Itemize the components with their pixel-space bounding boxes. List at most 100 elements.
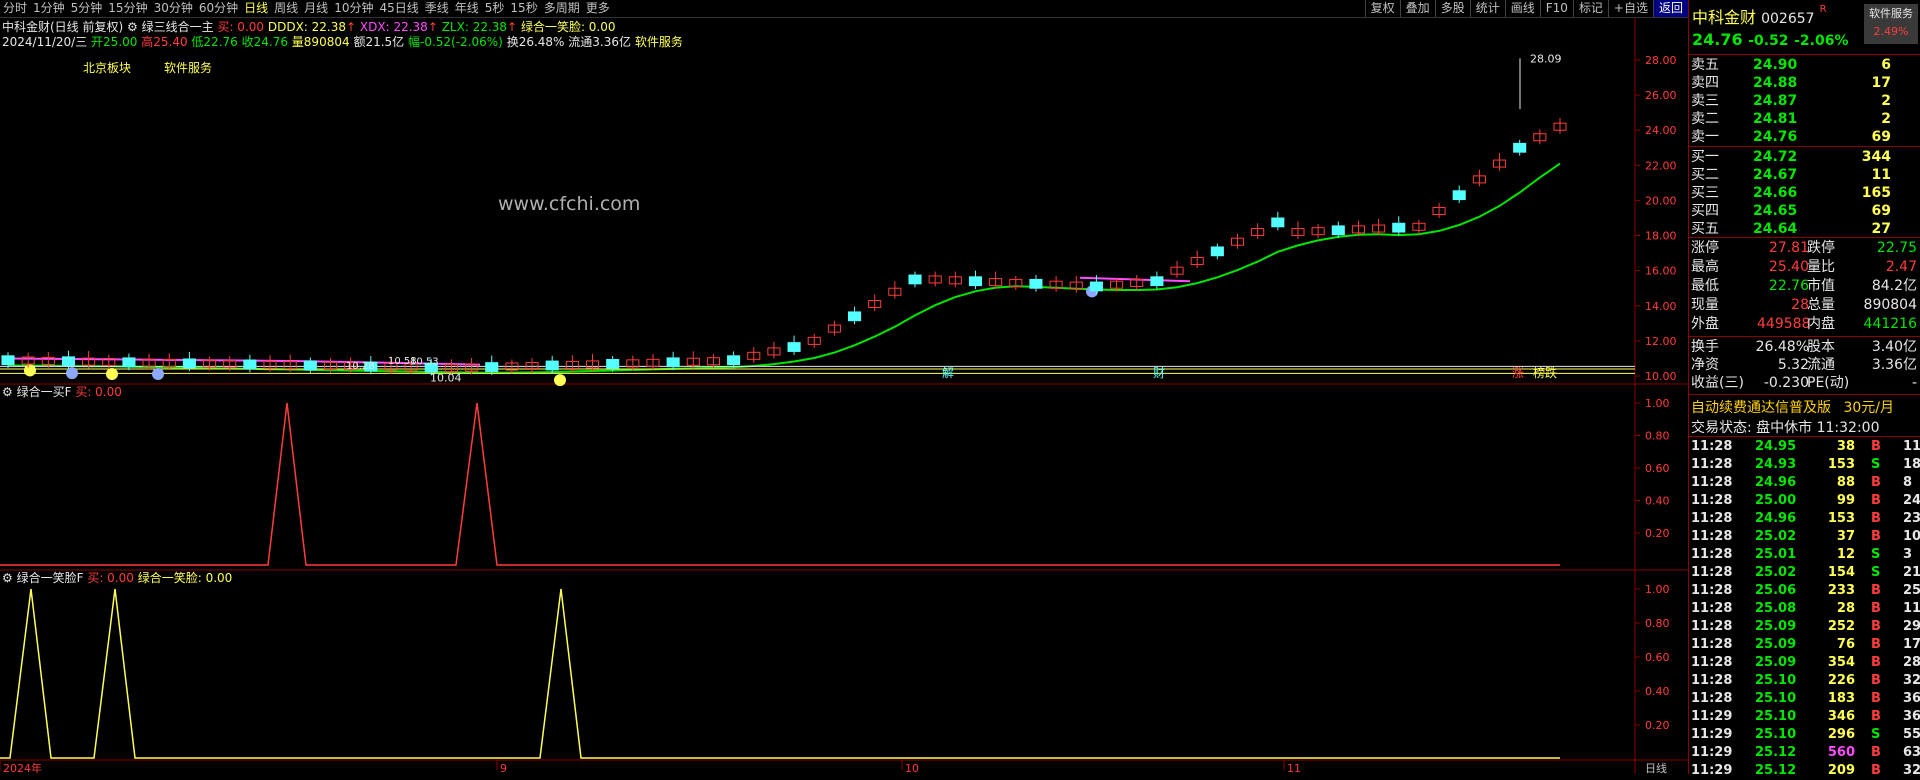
tick-time: 11:28 (1691, 439, 1733, 454)
r-mark: R (1819, 4, 1827, 15)
tick-volume: 37 (1836, 529, 1855, 544)
ask-price: 24.87 (1753, 93, 1798, 109)
ask-row[interactable]: 卖三 24.87 2 (1689, 92, 1920, 111)
tick-time: 11:28 (1691, 619, 1733, 634)
period-tab-7[interactable]: 周线 (271, 0, 301, 17)
sector-badge[interactable]: 软件服务 2.49% (1864, 4, 1918, 44)
candle-body (666, 357, 680, 368)
tick-volume: 153 (1827, 511, 1855, 526)
candle-body (1513, 142, 1527, 153)
kline-chart[interactable]: 解财涨榜跌 28.0910.0410.5810.5310.28 28.0026.… (0, 0, 1688, 774)
stat-label: 收益(三) (1691, 375, 1744, 391)
indicator-name[interactable]: 绿三线合一主 (142, 20, 214, 34)
toolbar-button-5[interactable]: F10 (1539, 0, 1573, 17)
panel2-title[interactable]: 绿合一买F (17, 385, 72, 399)
indicator-tick-label: 0.40 (1645, 495, 1670, 508)
buy-signal-line (0, 402, 1560, 566)
stat-value: 27.81 (1768, 240, 1809, 256)
tick-price: 25.10 (1755, 691, 1797, 706)
tick-time: 11:29 (1691, 763, 1733, 778)
tick-volume: 76 (1836, 637, 1855, 652)
promo-bar[interactable]: 自动续费通达信普及版 30元/月 (1691, 397, 1894, 417)
tick-count: 11 (1903, 439, 1920, 454)
tick-price: 25.12 (1755, 745, 1797, 760)
toolbar-button-8[interactable]: 返回 (1652, 0, 1688, 17)
tick-volume: 99 (1836, 493, 1855, 508)
period-tab-11[interactable]: 季线 (422, 0, 452, 17)
bid-row[interactable]: 买四 24.65 69 (1689, 202, 1920, 221)
fundamental-row: 换手 26.48% 股本 3.40亿 (1689, 338, 1920, 357)
tick-price: 25.09 (1755, 655, 1797, 670)
period-tab-6[interactable]: 日线 (241, 0, 271, 17)
tick-price: 24.95 (1755, 439, 1797, 454)
period-tab-14[interactable]: 15秒 (507, 0, 540, 17)
ask-row[interactable]: 卖二 24.81 2 (1689, 110, 1920, 129)
tick-volume: 38 (1836, 439, 1855, 454)
period-tab-16[interactable]: 更多 (583, 0, 613, 17)
ask-row[interactable]: 卖四 24.88 17 (1689, 74, 1920, 93)
tick-row: 11:28 24.96 88 B 8 (1689, 474, 1920, 492)
toolbar-button-6[interactable]: 标记 (1572, 0, 1608, 17)
promo-price: 30元/月 (1843, 400, 1894, 416)
tick-time: 11:28 (1691, 511, 1733, 526)
stat-value: 890804 (1863, 297, 1917, 313)
period-tab-2[interactable]: 5分钟 (68, 0, 106, 17)
ask-price: 24.88 (1753, 75, 1798, 91)
sector-tag-region[interactable]: 北京板块 (83, 59, 131, 76)
tick-count: 63 (1903, 745, 1920, 760)
bid-row[interactable]: 买三 24.66 165 (1689, 184, 1920, 203)
period-tab-1[interactable]: 1分钟 (30, 0, 68, 17)
ask-row[interactable]: 卖五 24.90 6 (1689, 56, 1920, 75)
info-change: 幅-0.52(-2.06%) (408, 35, 503, 49)
period-tab-9[interactable]: 10分钟 (331, 0, 376, 17)
ask-row[interactable]: 卖一 24.76 69 (1689, 128, 1920, 147)
period-tab-5[interactable]: 60分钟 (196, 0, 241, 17)
stock-chart-title: 中科金财(日线 前复权) (2, 20, 124, 34)
period-tab-8[interactable]: 月线 (301, 0, 331, 17)
gear-icon[interactable]: ⚙ (2, 571, 13, 585)
gear-icon[interactable]: ⚙ (2, 385, 13, 399)
period-tab-0[interactable]: 分时 (0, 0, 30, 17)
tick-direction: B (1871, 601, 1881, 616)
stat-value: 26.48% (1755, 339, 1809, 355)
tick-direction: B (1871, 673, 1881, 688)
bid-price: 24.65 (1753, 203, 1798, 219)
stat-label: PE(动) (1807, 375, 1850, 391)
stat-label: 换手 (1691, 339, 1719, 355)
period-tab-3[interactable]: 15分钟 (105, 0, 150, 17)
stat-label: 跌停 (1807, 240, 1835, 256)
tick-time: 11:28 (1691, 673, 1733, 688)
ohlc-info-bar: 2024/11/20/三 开25.00 高25.40 低22.76 收24.76… (2, 34, 683, 50)
bid-row[interactable]: 买一 24.72 344 (1689, 148, 1920, 167)
toolbar-button-1[interactable]: 叠加 (1399, 0, 1435, 17)
sector-tag-industry[interactable]: 软件服务 (164, 59, 212, 76)
candle-body (968, 276, 983, 287)
bid-row[interactable]: 买五 24.64 27 (1689, 220, 1920, 239)
toolbar-button-4[interactable]: 画线 (1504, 0, 1540, 17)
toolbar-button-2[interactable]: 多股 (1434, 0, 1470, 17)
period-tab-4[interactable]: 30分钟 (151, 0, 196, 17)
gear-icon[interactable]: ⚙ (127, 20, 138, 34)
tick-time: 11:29 (1691, 727, 1733, 742)
period-tab-12[interactable]: 年线 (452, 0, 482, 17)
period-tab-10[interactable]: 45日线 (376, 0, 421, 17)
stat-row: 最低 22.76 市值 84.2亿 (1689, 277, 1920, 296)
panel3-title[interactable]: 绿合一笑脸F (17, 571, 84, 585)
toolbar-button-3[interactable]: 统计 (1469, 0, 1505, 17)
bid-price: 24.72 (1753, 149, 1798, 165)
tick-time: 11:28 (1691, 583, 1733, 598)
indicator-tick-label: 1.00 (1645, 583, 1670, 596)
ask-label: 卖四 (1691, 75, 1719, 91)
period-tab-15[interactable]: 多周期 (541, 0, 583, 17)
toolbar-button-7[interactable]: +自选 (1607, 0, 1653, 17)
tick-row: 11:28 24.93 153 S 18 (1689, 456, 1920, 474)
period-tab-13[interactable]: 5秒 (482, 0, 508, 17)
smile-signal-line (0, 588, 1560, 759)
tick-row: 11:28 25.08 28 B 11 (1689, 600, 1920, 618)
period-toolbar: 分时 1分钟 5分钟 15分钟 30分钟 60分钟 日线 周线 月线 10分钟 45日线 季线 年线 5秒… (0, 0, 1688, 18)
bid-row[interactable]: 买二 24.67 11 (1689, 166, 1920, 185)
tick-direction: B (1871, 691, 1881, 706)
tick-count: 3 (1903, 547, 1913, 562)
ask-volume: 69 (1871, 129, 1891, 145)
toolbar-button-0[interactable]: 复权 (1364, 0, 1400, 17)
